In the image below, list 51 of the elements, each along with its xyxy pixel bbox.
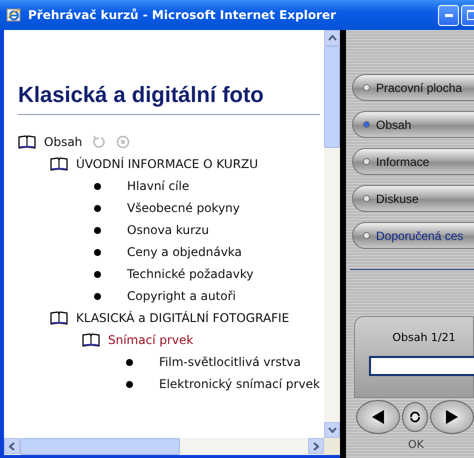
tree-item[interactable]: Ceny a objednávka [127,245,242,259]
scroll-up-icon [328,35,336,41]
bullet-icon [94,292,101,300]
next-button[interactable] [430,400,474,434]
nav-button[interactable]: Pracovní plocha [352,74,474,101]
bullet-icon [94,270,101,278]
nav-button[interactable]: Doporučená ces [352,222,474,249]
nav-button[interactable]: Informace [352,148,474,175]
window-title: Přehrávač kurzů - Microsoft Internet Explorer [28,8,336,22]
tree-item[interactable]: KLASICKÁ a DIGITÁLNÍ FOTOGRAFIE [76,311,290,325]
tree-item[interactable]: Film-světlocitlivá vrstva [159,355,301,369]
tree-item[interactable]: Obsah [44,135,82,149]
bullet-icon [126,380,133,388]
book-icon [18,135,36,149]
vertical-scrollbar[interactable] [324,30,340,438]
scroll-right-icon [313,442,319,450]
tree-item[interactable]: Osnova kurzu [127,223,209,237]
input-field[interactable] [369,356,474,376]
status-label: OK [408,438,425,451]
horizontal-scrollbar[interactable] [4,438,324,455]
tree-item[interactable]: Všeobecné pokyny [127,201,240,215]
tree-item[interactable]: Elektronický snímací prvek [159,377,320,391]
bullet-icon [94,182,101,190]
browser-icon [6,7,22,23]
bullet-icon [94,204,101,212]
scroll-left-icon [9,442,15,450]
left-triangle-icon [370,409,385,425]
tree-item[interactable]: Technické požadavky [127,267,254,281]
tree-item[interactable]: Hlavní cíle [127,179,190,193]
book-icon [50,311,68,325]
minimize-icon [444,14,452,16]
position-label: Obsah 1/21 [391,331,456,344]
bullet-icon [126,358,133,366]
previous-button[interactable] [356,400,400,434]
tree-item[interactable]: ÚVODNÍ INFORMACE O KURZU [76,157,258,171]
bullet-icon [94,248,101,256]
right-triangle-icon [445,409,460,425]
tree-item[interactable]: Copyright a autoři [127,289,236,303]
minimize-button[interactable] [438,4,459,26]
book-icon [82,333,100,347]
bullet-icon [94,226,101,234]
tree-item[interactable]: Snímací prvek [108,333,194,347]
nav-button[interactable]: Obsah [352,111,474,138]
scrollbar-corner [324,438,340,455]
page-heading: Klasická a digitální foto [18,82,265,108]
maximize-icon [466,10,474,20]
refresh-button[interactable] [402,402,428,432]
nav-button[interactable]: Diskuse [352,185,474,212]
book-icon [50,157,68,171]
scroll-down-icon [328,427,336,433]
refresh-icon [409,411,421,423]
